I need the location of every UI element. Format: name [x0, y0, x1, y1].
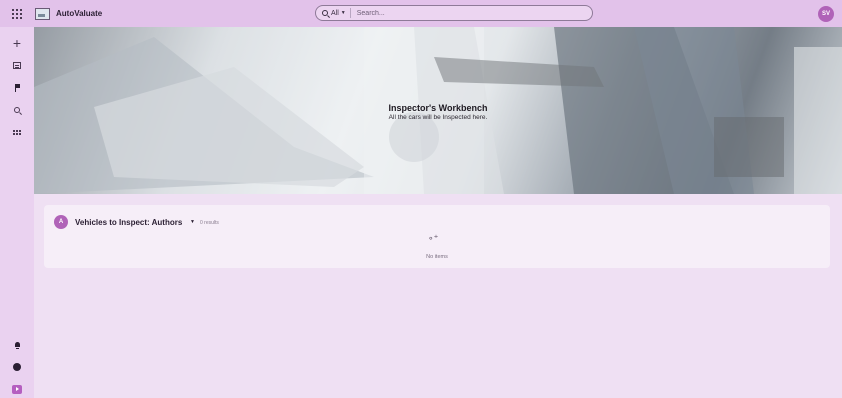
search-icon: [322, 10, 328, 16]
plus-icon: +: [12, 35, 22, 51]
chevron-down-icon[interactable]: ▼: [190, 219, 195, 225]
search-bar: All ▼: [315, 5, 593, 21]
bell-icon: [14, 342, 20, 349]
expand-icon: [12, 385, 22, 394]
help-button[interactable]: [0, 363, 34, 371]
search-input[interactable]: [354, 8, 592, 18]
left-rail: +: [0, 27, 34, 398]
search-records-icon: [14, 107, 20, 113]
search-scope-selector[interactable]: All ▼: [316, 8, 351, 18]
search-records-button[interactable]: [0, 107, 34, 113]
search-scope-label: All: [331, 9, 339, 17]
results-count: 0 results: [200, 220, 219, 226]
hero-title: Inspector's Workbench: [388, 103, 488, 113]
app-launcher-button[interactable]: [0, 0, 34, 27]
hero-subtitle: All the cars will be Inspected here.: [388, 114, 488, 121]
section-title[interactable]: Vehicles to Inspect: Authors: [75, 218, 182, 227]
notifications-button[interactable]: [0, 342, 34, 349]
empty-state-text: No items: [426, 254, 448, 260]
flag-button[interactable]: [0, 84, 34, 92]
section-avatar: A: [54, 215, 68, 229]
hero-banner: Inspector's Workbench All the cars will …: [34, 27, 842, 194]
flag-icon: [14, 84, 20, 92]
list-view-button[interactable]: [0, 62, 34, 69]
sparkle-icon: ∘⁺: [428, 233, 439, 243]
vehicles-to-inspect-card: A Vehicles to Inspect: Authors ▼ 0 resul…: [44, 205, 830, 268]
expand-rail-button[interactable]: [0, 385, 34, 394]
apps-grid-button[interactable]: [0, 130, 34, 135]
app-logo-icon: [35, 7, 50, 20]
grid-icon: [13, 130, 21, 135]
chevron-down-icon: ▼: [340, 10, 346, 16]
list-icon: [13, 62, 21, 69]
help-icon: [13, 363, 21, 371]
app-title[interactable]: AutoValuate: [56, 9, 102, 18]
waffle-icon: [12, 8, 22, 19]
new-button[interactable]: +: [0, 36, 34, 50]
user-avatar-button[interactable]: SV: [818, 6, 834, 22]
